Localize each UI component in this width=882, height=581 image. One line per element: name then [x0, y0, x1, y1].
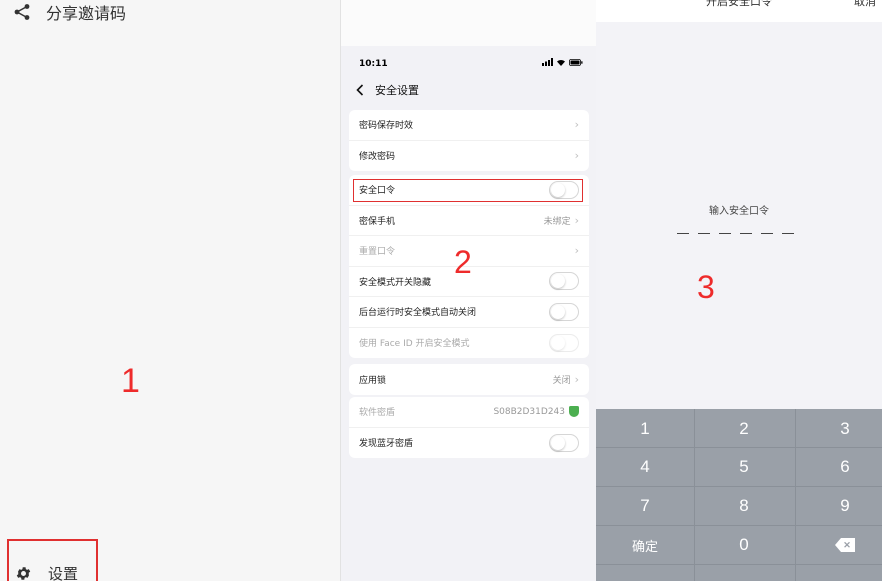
left-menu-panel: 分享邀请码 1 设置 [0, 0, 340, 581]
toggle-switch[interactable] [549, 272, 579, 291]
key-digit[interactable]: 4 [596, 448, 694, 486]
settings-row-label: 密码保存时效 [359, 121, 414, 132]
settings-row-label: 后台运行时安全模式自动关闭 [359, 308, 477, 319]
settings-row-label: 修改密码 [359, 152, 396, 163]
passcode-slot [782, 233, 794, 234]
settings-row-value-text: S08B2D31D243 [493, 406, 565, 417]
chevron-right-icon: › [574, 213, 579, 227]
settings-row-label: 使用 Face ID 开启安全模式 [359, 339, 470, 350]
battery-icon [569, 58, 583, 66]
step-annotation-3: 3 [697, 269, 715, 305]
settings-group: 软件密盾 S08B2D31D243 发现蓝牙密盾 [349, 397, 589, 458]
passcode-slot [740, 233, 752, 234]
settings-row[interactable]: 密保手机 未绑定 › [349, 206, 589, 236]
passcode-title: 开启安全口令 [706, 0, 772, 8]
key-digit[interactable]: 7 [596, 487, 694, 525]
settings-row-value-text: 未绑定 [543, 216, 571, 227]
nav-bar: 安全设置 [341, 78, 597, 102]
settings-row[interactable]: 密码保存时效 › [349, 110, 589, 141]
toggle-switch[interactable] [549, 433, 579, 452]
settings-row-label: 软件密盾 [359, 408, 396, 419]
step-annotation-1: 1 [121, 362, 140, 400]
settings-row-value-text: 关闭 [552, 375, 571, 386]
nav-title: 安全设置 [375, 84, 419, 97]
gear-icon [14, 565, 32, 581]
wifi-icon [557, 59, 565, 66]
settings-menu-item[interactable]: 设置 [14, 563, 78, 581]
passcode-entry-panel: 开启安全口令 取消 输入安全口令 3 1 2 3 4 5 6 7 8 9 确定 0 ✕ [596, 0, 882, 581]
share-invite-code-label: 分享邀请码 [46, 4, 127, 23]
share-icon [12, 2, 32, 22]
status-time: 10:11 [359, 59, 388, 69]
backspace-icon: ✕ [835, 538, 855, 552]
settings-row-label: 发现蓝牙密盾 [359, 439, 414, 450]
cancel-button[interactable]: 取消 [854, 0, 876, 9]
settings-label: 设置 [48, 565, 79, 581]
settings-row-label: 重置口令 [359, 247, 396, 258]
key-digit[interactable]: 5 [695, 448, 793, 486]
passcode-input-slots[interactable] [677, 233, 794, 234]
numeric-keypad: 1 2 3 4 5 6 7 8 9 确定 0 ✕ [596, 409, 882, 581]
settings-row-value: 关闭 [553, 373, 571, 386]
passcode-header: 开启安全口令 取消 [596, 0, 882, 22]
key-digit[interactable]: 3 [796, 410, 882, 448]
chevron-right-icon: › [574, 244, 579, 258]
security-settings-panel: 10:11 安全设置 密码保存时效 › 修改密码 › 安全口令 密保手机 未绑定 › 重置口令 ›… [340, 0, 597, 581]
passcode-slot [698, 233, 710, 234]
settings-row-label: 安全模式开关隐藏 [359, 277, 432, 288]
shield-icon [569, 406, 579, 418]
settings-row-label: 应用锁 [359, 375, 387, 386]
settings-row[interactable]: 后台运行时安全模式自动关闭 [349, 297, 589, 328]
key-digit[interactable]: 6 [796, 448, 882, 486]
settings-group: 应用锁 关闭 › [349, 364, 589, 395]
settings-row-value: S08B2D31D243 [493, 406, 579, 418]
key-digit[interactable]: 8 [695, 487, 793, 525]
chevron-right-icon: › [574, 372, 579, 386]
key-digit[interactable]: 2 [695, 410, 793, 448]
settings-row-label: 密保手机 [359, 216, 396, 227]
chevron-right-icon: › [574, 149, 579, 163]
key-delete[interactable]: ✕ [796, 526, 882, 564]
chevron-right-icon: › [574, 118, 579, 132]
passcode-slot [761, 233, 773, 234]
settings-row-value: 未绑定 [544, 214, 571, 227]
settings-row[interactable]: 软件密盾 S08B2D31D243 [349, 397, 589, 428]
share-invite-code-item[interactable]: 分享邀请码 [12, 0, 126, 24]
settings-group: 密码保存时效 › 修改密码 › [349, 110, 589, 171]
key-digit[interactable]: 9 [796, 487, 882, 525]
passcode-prompt: 输入安全口令 [709, 206, 769, 217]
step-annotation-2: 2 [454, 244, 472, 280]
panel-top-blank [341, 0, 597, 46]
signal-icon [542, 58, 553, 66]
key-digit[interactable]: 0 [695, 526, 793, 564]
key-digit[interactable]: 1 [596, 410, 694, 448]
passcode-slot [677, 233, 689, 234]
back-chevron-icon[interactable] [353, 83, 367, 97]
settings-row[interactable]: 应用锁 关闭 › [349, 364, 589, 395]
toggle-switch[interactable] [549, 302, 579, 321]
status-bar: 10:11 [341, 56, 597, 74]
key-confirm[interactable]: 确定 [596, 526, 694, 564]
passcode-slot [719, 233, 731, 234]
toggle-switch[interactable] [549, 333, 579, 352]
settings-row[interactable]: 发现蓝牙密盾 [349, 428, 589, 459]
security-passcode-highlight-box [353, 179, 583, 202]
settings-row[interactable]: 修改密码 › [349, 141, 589, 172]
settings-row[interactable]: 使用 Face ID 开启安全模式 [349, 328, 589, 359]
